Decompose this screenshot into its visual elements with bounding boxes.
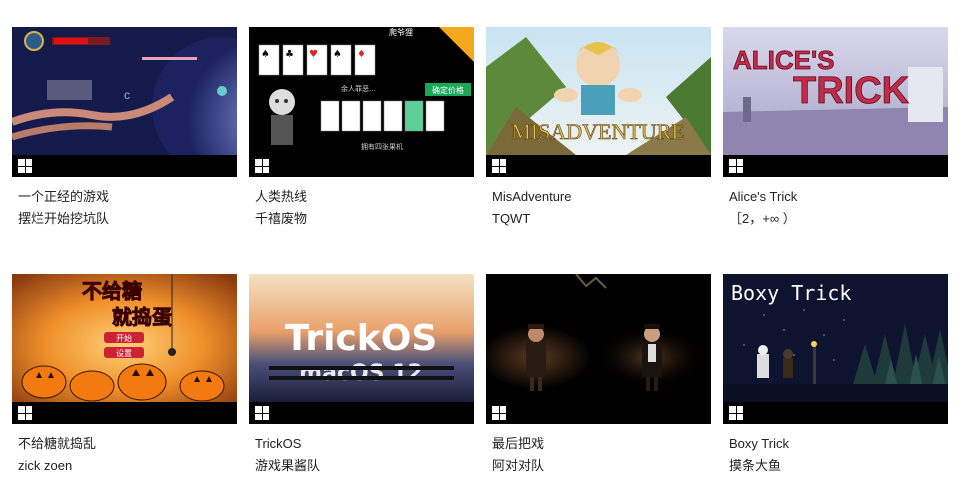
game-thumbnail[interactable]: c: [12, 27, 237, 177]
art-strike-text: macOS 12: [299, 361, 423, 386]
art-logo-line-2: 就捣蛋: [112, 305, 172, 329]
svg-text:♠: ♠: [333, 49, 342, 60]
game-thumbnail[interactable]: MISADVENTURE: [486, 27, 711, 177]
art-logo-line-2: TRICK: [793, 70, 910, 112]
svg-text:♣: ♣: [285, 49, 294, 60]
svg-text:c: c: [124, 88, 130, 102]
art-title: 爬爷狸: [389, 27, 413, 37]
windows-icon: [255, 159, 269, 173]
game-title[interactable]: Boxy Trick: [729, 435, 948, 452]
confirm-price-text: 确定价格: [432, 85, 464, 95]
game-title[interactable]: 不给糖就捣乱: [18, 435, 237, 452]
windows-icon: [255, 406, 269, 420]
game-grid: c 一个正经的游戏 摆烂开始挖坑队 ♥ ♦ ♠ ♣ ♠ 确定价格 爬爷狸 余人罪…: [0, 0, 964, 488]
game-thumbnail[interactable]: Boxy Trick: [723, 274, 948, 424]
game-card-2[interactable]: ♥ ♦ ♠ ♣ ♠ 确定价格 爬爷狸 余人罪恶... 拥有四张果机 人类热线 千…: [249, 27, 474, 227]
game-thumbnail[interactable]: [486, 274, 711, 424]
game-team: 摆烂开始挖坑队: [18, 211, 110, 226]
windows-icon: [18, 406, 32, 420]
game-thumbnail[interactable]: 不给糖 就捣蛋 开始 设置: [12, 274, 237, 424]
game-card-7[interactable]: 最后把戏 阿对对队: [486, 274, 711, 474]
game-thumbnail[interactable]: ♥ ♦ ♠ ♣ ♠ 确定价格 爬爷狸 余人罪恶... 拥有四张果机: [249, 27, 474, 177]
windows-icon: [492, 406, 506, 420]
game-team: 阿对对队: [492, 458, 545, 473]
game-art: 不给糖 就捣蛋 开始 设置: [12, 274, 237, 402]
platform-bar: [12, 155, 237, 177]
windows-icon: [492, 159, 506, 173]
platform-bar: [723, 155, 948, 177]
game-thumbnail[interactable]: TrickOS macOS 12: [249, 274, 474, 424]
game-team: 游戏果酱队: [255, 458, 321, 473]
windows-icon: [729, 159, 743, 173]
game-card-4[interactable]: ALICE'S TRICK Alice's Trick ［2，+∞ ）: [723, 27, 948, 227]
game-art: c: [12, 27, 237, 155]
game-title[interactable]: TrickOS: [255, 435, 474, 452]
art-footer: 拥有四张果机: [361, 142, 403, 151]
game-team: 摸条大鱼: [729, 458, 782, 473]
platform-bar: [12, 402, 237, 424]
platform-bar: [723, 402, 948, 424]
game-art: MISADVENTURE: [486, 27, 711, 155]
windows-icon: [729, 406, 743, 420]
art-logo-line-1: 不给糖: [82, 279, 142, 303]
art-logo: MISADVENTURE: [511, 119, 685, 144]
game-title[interactable]: 人类热线: [255, 188, 474, 205]
game-team: TQWT: [492, 211, 531, 226]
game-art: [486, 274, 711, 402]
platform-bar: [249, 155, 474, 177]
art-caption: 余人罪恶...: [341, 84, 376, 93]
art-logo: Boxy Trick: [731, 281, 851, 305]
game-art: TrickOS macOS 12: [249, 274, 474, 402]
game-team: zick zoen: [18, 458, 73, 473]
game-art: ♥ ♦ ♠ ♣ ♠ 确定价格 爬爷狸 余人罪恶... 拥有四张果机: [249, 27, 474, 155]
platform-bar: [486, 402, 711, 424]
windows-icon: [18, 159, 32, 173]
game-card-5[interactable]: 不给糖 就捣蛋 开始 设置 不给糖就捣乱 zick zoen: [12, 274, 237, 474]
platform-bar: [249, 402, 474, 424]
game-card-1[interactable]: c 一个正经的游戏 摆烂开始挖坑队: [12, 27, 237, 227]
platform-bar: [486, 155, 711, 177]
game-card-8[interactable]: Boxy Trick Boxy Trick 摸条大鱼: [723, 274, 948, 474]
game-art: ALICE'S TRICK: [723, 27, 948, 155]
game-team: 千禧废物: [255, 211, 308, 226]
settings-label: 设置: [116, 348, 132, 358]
game-title[interactable]: 一个正经的游戏: [18, 188, 237, 205]
svg-text:♠: ♠: [261, 49, 270, 60]
start-label: 开始: [116, 333, 132, 343]
game-art: Boxy Trick: [723, 274, 948, 402]
game-thumbnail[interactable]: ALICE'S TRICK: [723, 27, 948, 177]
svg-text:♦: ♦: [357, 49, 366, 60]
game-card-3[interactable]: MISADVENTURE MisAdventure TQWT: [486, 27, 711, 227]
game-title[interactable]: Alice's Trick: [729, 188, 948, 205]
game-card-6[interactable]: TrickOS macOS 12 TrickOS 游戏果酱队: [249, 274, 474, 474]
art-logo: TrickOS: [285, 318, 438, 359]
game-team: ［2，+∞ ）: [729, 211, 796, 226]
game-title[interactable]: MisAdventure: [492, 188, 711, 205]
svg-text:♥: ♥: [309, 49, 318, 60]
game-title[interactable]: 最后把戏: [492, 435, 711, 452]
